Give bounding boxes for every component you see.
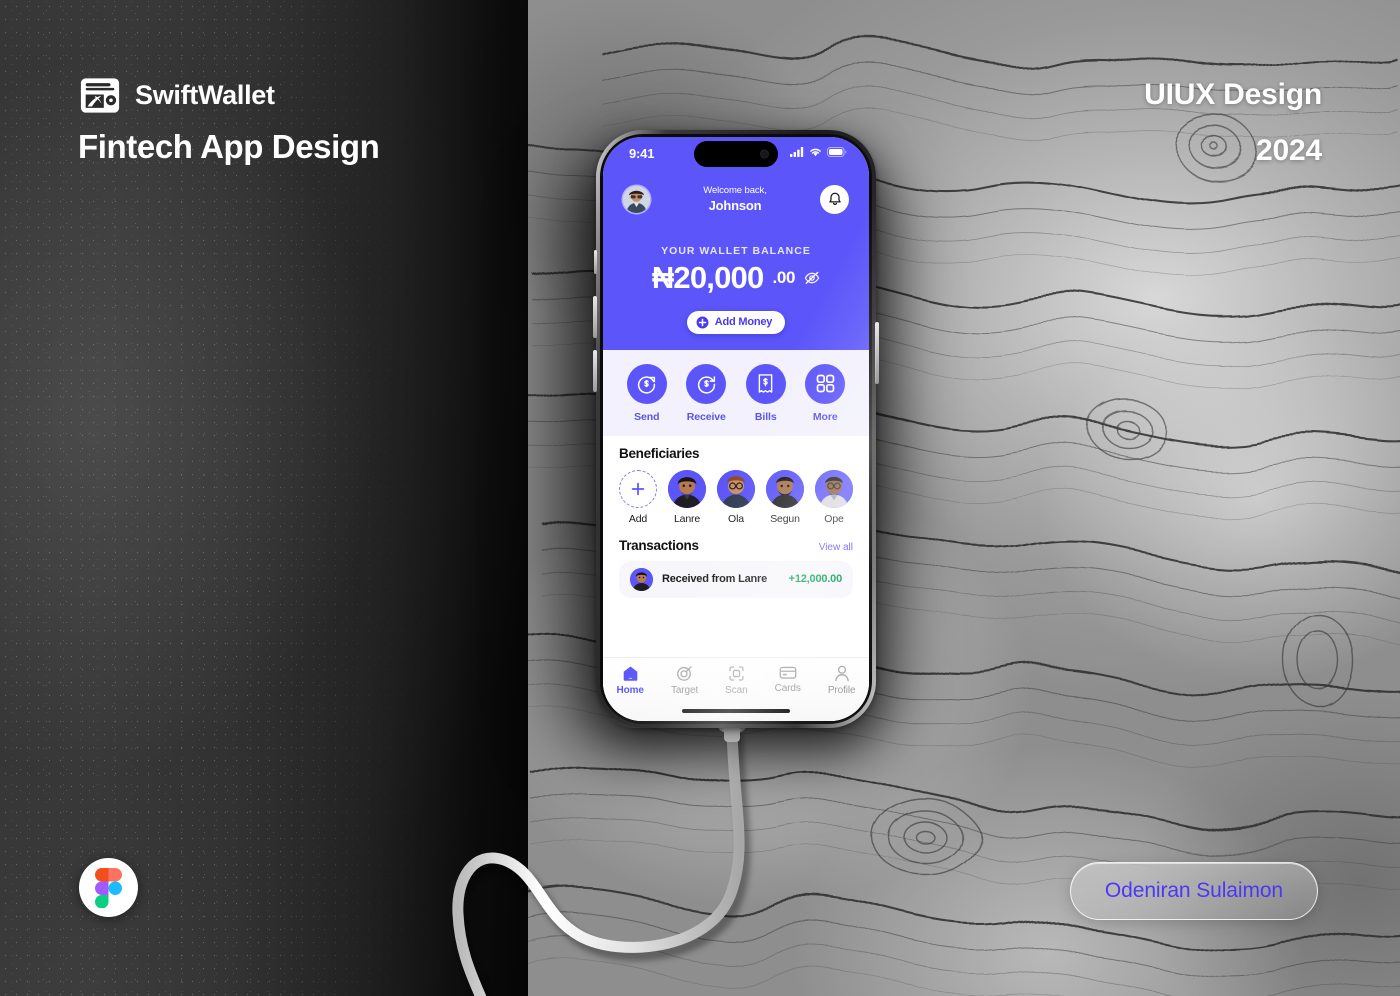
add-money-button[interactable]: Add Money: [686, 310, 786, 334]
tab-label: Cards: [774, 683, 801, 694]
eye-off-icon[interactable]: [804, 271, 820, 285]
tab-home[interactable]: Home: [617, 665, 644, 696]
designer-name: Odeniran Sulaimon: [1104, 879, 1283, 902]
tab-target[interactable]: Target: [671, 665, 698, 696]
screen-body: Beneficiaries Add Lanre Ola Segun Ope Tr…: [603, 435, 869, 721]
avatar-ola: [717, 469, 755, 508]
front-camera-icon: [760, 149, 769, 159]
status-bar-icons: [790, 147, 847, 157]
view-all-link[interactable]: View all: [819, 542, 853, 553]
page-title: Fintech App Design: [78, 128, 380, 165]
beneficiary-ope[interactable]: Ope: [815, 469, 853, 525]
send-money-icon: [626, 363, 667, 404]
poster-subtitle-line1: UIUX Design: [1144, 78, 1322, 111]
receive-money-icon: [686, 363, 727, 404]
tab-label: Home: [616, 685, 644, 696]
balance-row: ₦20,000 .00: [623, 259, 849, 295]
wifi-icon: [810, 148, 821, 157]
poster-canvas: SwiftWallet Fintech App Design UIUX Desi…: [0, 0, 1400, 996]
avatar-lanre: [668, 469, 706, 508]
beneficiary-add[interactable]: Add: [619, 469, 657, 525]
figma-logo-icon: [95, 867, 122, 908]
poster-subtitle-line2: 2024: [1256, 133, 1322, 167]
beneficiaries-list: Add Lanre Ola Segun Ope: [619, 469, 853, 525]
action-bills[interactable]: Bills: [745, 363, 786, 423]
action-label: More: [812, 410, 838, 423]
bill-receipt-icon: [745, 363, 786, 404]
poster-subtitle: UIUX Design 2024: [1144, 78, 1322, 168]
action-label: Send: [634, 410, 660, 423]
action-label: Bills: [754, 410, 777, 423]
brand-name: SwiftWallet: [135, 80, 275, 110]
tab-label: Profile: [827, 685, 856, 696]
home-icon: [623, 666, 638, 681]
avatar[interactable]: [623, 186, 650, 214]
power-button[interactable]: [875, 322, 879, 384]
home-indicator: [682, 708, 790, 713]
user-avatar: [623, 186, 650, 214]
volume-down-button[interactable]: [593, 350, 597, 392]
dynamic-island: [694, 141, 778, 167]
transactions-header: Transactions View all: [619, 538, 853, 553]
balance-amount: ₦20,000: [651, 259, 764, 295]
avatar-segun: [766, 469, 804, 508]
tab-profile[interactable]: Profile: [828, 665, 856, 696]
person-icon: [834, 665, 849, 682]
scan-icon: [729, 666, 744, 681]
beneficiary-segun[interactable]: Segun: [766, 469, 804, 525]
hero-top-row: Welcome back, Johnson: [623, 171, 849, 215]
tab-label: Scan: [725, 685, 748, 696]
welcome-block: Welcome back, Johnson: [650, 185, 820, 215]
beneficiaries-title: Beneficiaries: [619, 445, 700, 461]
beneficiary-label: Add: [628, 512, 648, 525]
app-screen: 9:41 Welcome back, Johnson YOUR WALLET B…: [603, 137, 869, 721]
tab-label: Target: [670, 685, 699, 696]
user-name: Johnson: [708, 198, 762, 214]
charging-cable: [452, 700, 751, 996]
balance-label: YOUR WALLET BALANCE: [661, 244, 811, 257]
welcome-text: Welcome back,: [703, 185, 767, 196]
card-icon: [779, 666, 797, 679]
brand-lockup: SwiftWallet: [79, 76, 275, 115]
grid-more-icon: [805, 363, 846, 404]
avatar-ope: [815, 469, 853, 508]
designer-credit-badge: Odeniran Sulaimon: [1069, 862, 1318, 920]
signal-bars-icon: [790, 147, 804, 157]
beneficiary-label: Lanre: [673, 512, 701, 525]
tab-scan[interactable]: Scan: [725, 665, 748, 696]
beneficiary-lanre[interactable]: Lanre: [668, 469, 706, 525]
battery-icon: [827, 147, 847, 157]
beneficiary-ola[interactable]: Ola: [717, 469, 755, 525]
silent-switch[interactable]: [594, 250, 597, 274]
avatar-lanre: [630, 567, 653, 591]
transaction-title: Received from Lanre: [662, 573, 768, 586]
beneficiary-label: Segun: [770, 512, 800, 525]
plus-circle-icon: [696, 316, 709, 329]
notification-button[interactable]: [820, 185, 849, 215]
action-label: Receive: [686, 410, 726, 423]
transactions-title: Transactions: [619, 537, 699, 553]
wallet-hero-section: Welcome back, Johnson YOUR WALLET BALANC…: [603, 171, 869, 350]
action-send[interactable]: Send: [626, 363, 667, 423]
status-bar-time: 9:41: [629, 146, 655, 161]
figma-badge: [79, 858, 138, 917]
iphone-mockup: 9:41 Welcome back, Johnson YOUR WALLET B…: [593, 130, 879, 728]
volume-up-button[interactable]: [593, 296, 597, 338]
add-money-label: Add Money: [714, 316, 773, 329]
status-bar: 9:41: [603, 137, 869, 171]
action-receive[interactable]: Receive: [686, 363, 727, 423]
balance-cents: .00: [772, 267, 796, 287]
bell-icon: [828, 193, 841, 206]
plus-icon: [619, 469, 657, 508]
wallet-icon: [80, 78, 120, 113]
target-icon: [677, 666, 692, 681]
beneficiary-label: Ola: [728, 512, 744, 525]
bottom-tab-bar: Home Target Scan Cards Profile: [603, 657, 869, 721]
quick-actions-card: Send Receive Bills More: [603, 349, 869, 436]
beneficiary-label: Ope: [824, 512, 844, 525]
transaction-row[interactable]: Received from Lanre +12,000.00: [619, 560, 853, 598]
transaction-amount: +12,000.00: [788, 573, 843, 586]
action-more[interactable]: More: [805, 363, 846, 423]
tab-cards[interactable]: Cards: [775, 665, 801, 694]
